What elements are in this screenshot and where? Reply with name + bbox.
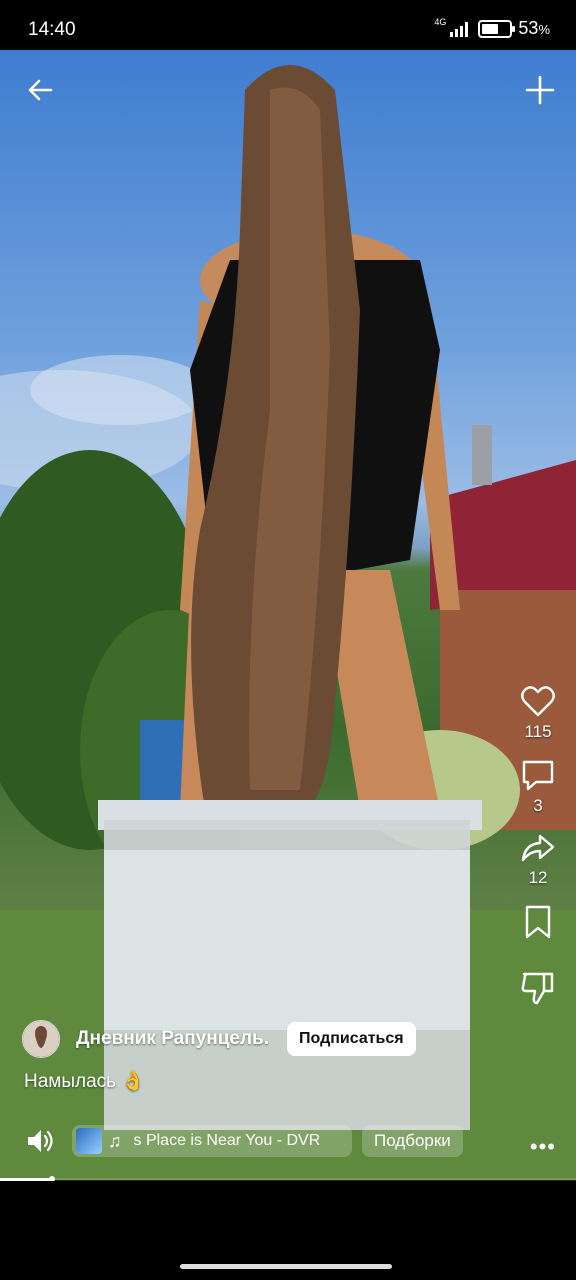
share-count: 12 — [528, 868, 548, 887]
heart-icon — [521, 686, 555, 717]
home-indicator[interactable] — [180, 1264, 392, 1269]
action-column: 115 3 12 — [510, 684, 566, 1022]
plus-icon — [525, 75, 555, 105]
comment-button[interactable]: 3 — [510, 758, 566, 816]
music-thumbnail — [76, 1128, 102, 1154]
battery-percent: 53% — [518, 18, 550, 38]
video-player[interactable] — [0, 50, 576, 1180]
music-chip[interactable]: ♫ s Place is Near You - DVR — [72, 1125, 352, 1157]
author-row: Дневник Рапунцель. Подписаться — [22, 1020, 416, 1058]
comment-icon — [522, 760, 554, 791]
volume-icon[interactable] — [26, 1127, 56, 1155]
avatar-image — [23, 1021, 59, 1057]
collections-button[interactable]: Подборки — [362, 1125, 463, 1157]
bottom-controls: ♫ s Place is Near You - DVR Подборки ••• — [26, 1124, 556, 1160]
system-nav-bar — [0, 1181, 576, 1280]
music-note-icon: ♫ — [108, 1130, 122, 1151]
add-button[interactable] — [522, 72, 558, 108]
network-type: 4G — [434, 16, 447, 27]
status-bar: 14:40 4G 53% — [0, 0, 576, 50]
comment-count: 3 — [533, 796, 543, 815]
like-button[interactable]: 115 — [510, 684, 566, 742]
share-button[interactable]: 12 — [510, 832, 566, 888]
status-time: 14:40 — [28, 19, 76, 40]
battery-icon — [478, 19, 516, 38]
video-frame — [0, 65, 576, 1180]
bookmark-icon — [525, 905, 551, 939]
avatar[interactable] — [22, 1020, 60, 1058]
dislike-icon — [521, 972, 554, 1005]
signal-icon — [450, 21, 469, 37]
dislike-button[interactable] — [510, 970, 566, 1006]
video-caption: Намылась 👌 — [24, 1071, 145, 1092]
music-title: s Place is Near You - DVR — [133, 1132, 321, 1149]
bookmark-button[interactable] — [510, 904, 566, 940]
arrow-left-icon — [28, 79, 53, 101]
collections-label: Подборки — [374, 1131, 451, 1150]
more-options-icon[interactable]: ••• — [530, 1134, 556, 1160]
author-name[interactable]: Дневник Рапунцель. — [76, 1028, 269, 1050]
back-button[interactable] — [22, 72, 58, 108]
share-icon — [521, 834, 555, 862]
subscribe-button[interactable]: Подписаться — [287, 1022, 416, 1056]
like-count: 115 — [524, 722, 552, 741]
system-icons: 4G 53% — [434, 16, 550, 39]
